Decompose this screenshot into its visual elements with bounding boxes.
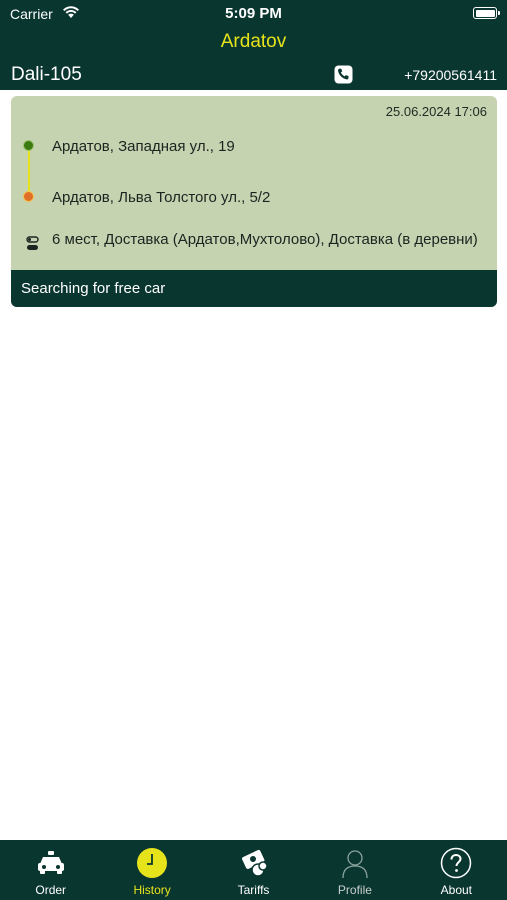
tab-about[interactable]: About bbox=[406, 840, 507, 900]
tab-tariffs[interactable]: Tariffs bbox=[203, 840, 304, 900]
question-icon bbox=[441, 847, 472, 879]
tab-bar: Order History Tariffs Profile About bbox=[0, 840, 507, 900]
pickup-address: Ардатов, Западная ул., 19 bbox=[52, 138, 235, 155]
tab-label: Profile bbox=[337, 883, 372, 897]
tab-label: About bbox=[440, 883, 472, 897]
destination-address: Ардатов, Льва Толстого ул., 5/2 bbox=[52, 189, 271, 206]
tariff-icon bbox=[241, 849, 268, 877]
page-title: Ardatov bbox=[220, 31, 287, 52]
order-date: 25.06.2024 17:06 bbox=[385, 104, 487, 119]
dispatcher-phone[interactable]: +79200561411 bbox=[404, 67, 497, 83]
clock-icon bbox=[137, 848, 168, 878]
battery-icon bbox=[473, 7, 500, 19]
route-line bbox=[28, 146, 30, 196]
taxi-icon bbox=[37, 851, 64, 874]
options-icon bbox=[26, 236, 39, 250]
clock-time: 5:09 PM bbox=[225, 5, 282, 22]
service-name: Dali-105 bbox=[11, 64, 82, 85]
tab-profile[interactable]: Profile bbox=[304, 840, 405, 900]
order-options: 6 мест, Доставка (Ардатов,Мухтолово), До… bbox=[52, 231, 478, 248]
status-bar: Carrier 5:09 PM bbox=[0, 0, 507, 28]
tab-history[interactable]: History bbox=[101, 840, 202, 900]
order-status: Searching for free car bbox=[11, 270, 497, 307]
route-start-marker bbox=[23, 140, 34, 151]
tab-order[interactable]: Order bbox=[0, 840, 101, 900]
tab-label: Order bbox=[35, 883, 67, 897]
nav-bar: Ardatov bbox=[0, 28, 507, 62]
phone-icon[interactable] bbox=[334, 65, 353, 84]
dispatcher-info-bar: Dali-105 +79200561411 bbox=[0, 62, 507, 90]
tab-label: Tariffs bbox=[237, 883, 270, 897]
order-card[interactable]: 25.06.2024 17:06 Ардатов, Западная ул., … bbox=[11, 96, 497, 307]
route-end-marker bbox=[23, 191, 34, 202]
tab-label: History bbox=[133, 883, 171, 897]
person-icon bbox=[342, 850, 368, 879]
